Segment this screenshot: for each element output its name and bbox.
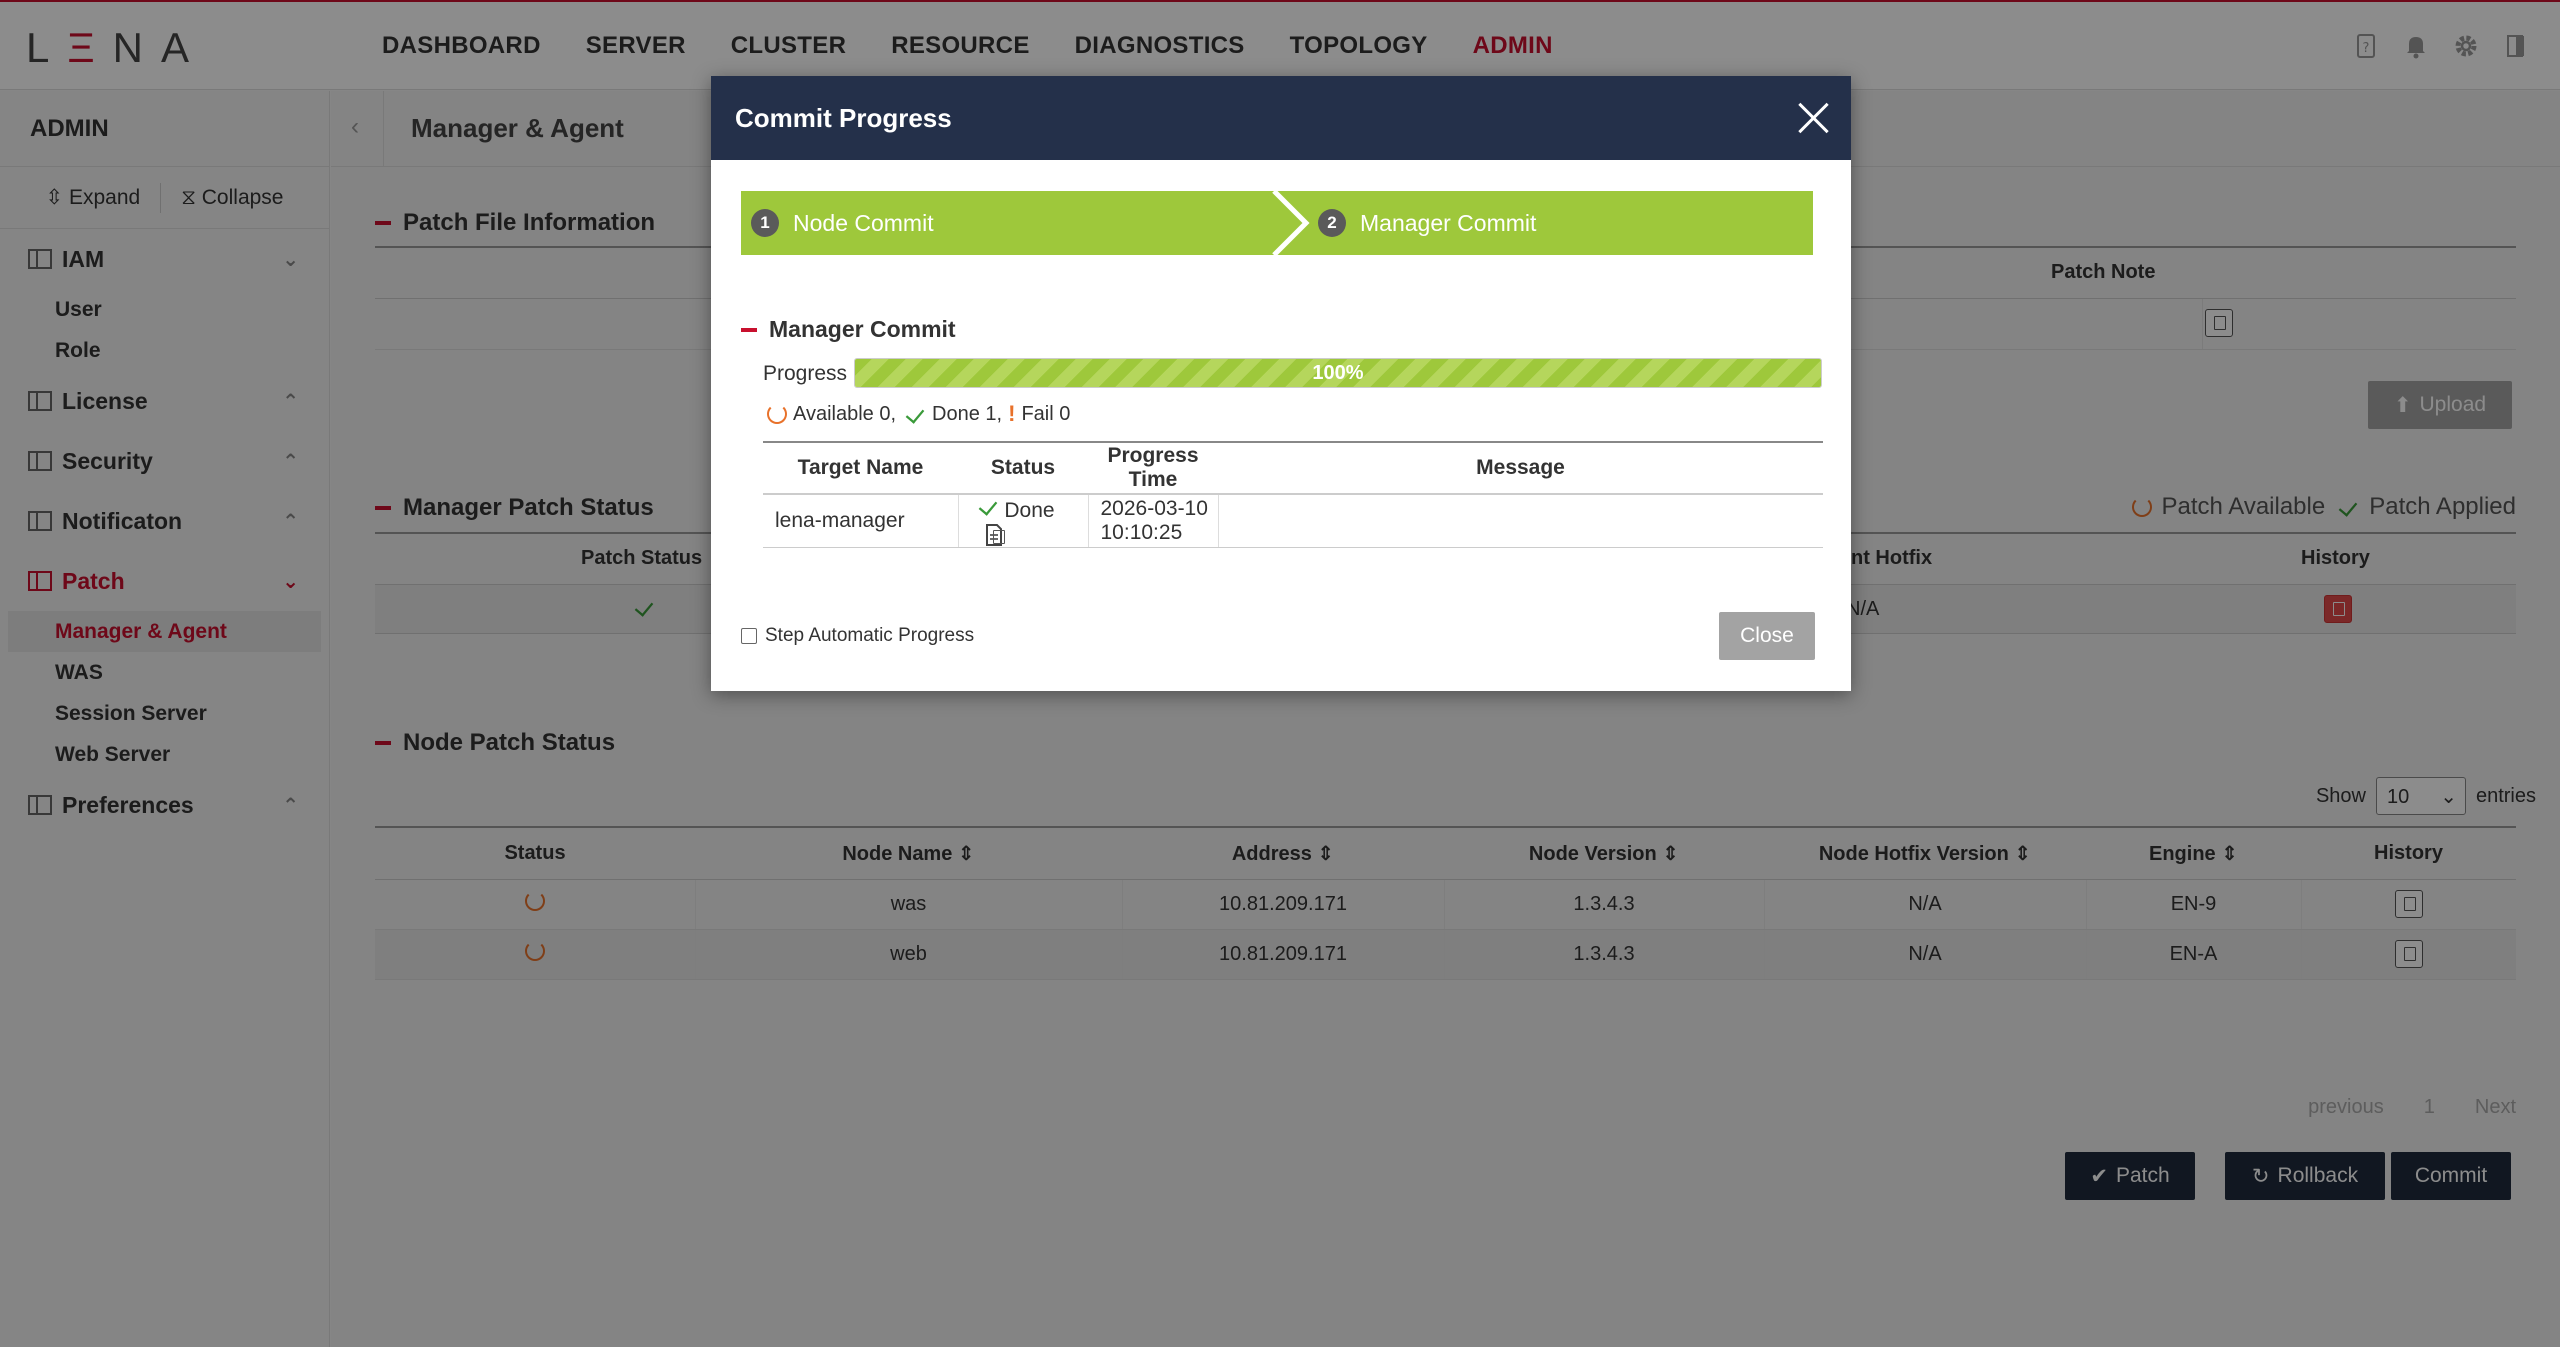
step-number: 1 [751,209,779,237]
th-target-name: Target Name [763,441,958,495]
step-indicator: 1 Node Commit 2 Manager Commit [741,191,1813,255]
target-name-cell: lena-manager [763,494,959,548]
message-cell [1218,494,1823,548]
th-message: Message [1218,441,1823,495]
status-cell: Done [958,494,1089,548]
step-node-commit: 1 Node Commit [751,191,934,255]
manager-commit-title: Manager Commit [741,316,956,343]
available-count: Available 0, [793,402,897,425]
table-row: lena-manager Done 2026-03-10 10:10:25 [763,494,1823,548]
log-doc-icon[interactable] [984,524,1005,547]
commit-result-table: Target Name Status Progress Time Message… [763,441,1823,548]
th-status: Status [958,441,1088,495]
available-icon [767,404,787,424]
progress-label: Progress [763,362,848,385]
step-arrow-icon [1272,191,1310,255]
modal-title: Commit Progress [735,103,952,133]
done-icon [905,404,925,424]
done-count: Done 1, [932,402,1003,425]
fail-icon: ! [1008,401,1016,426]
modal-header: Commit Progress [711,76,1851,160]
th-progress-time: Progress Time [1088,441,1218,495]
close-button[interactable]: Close [1719,612,1815,660]
progress-text: 100% [1312,362,1364,384]
fail-count: Fail 0 [1021,402,1071,425]
commit-progress-modal: Commit Progress 1 Node Commit 2 Manager Co… [711,76,1851,691]
checkbox-box[interactable] [741,628,757,644]
commit-counts: Available 0, Done 1, ! Fail 0 [767,401,1070,427]
step-auto-progress-checkbox[interactable]: Step Automatic Progress [741,625,974,647]
progress-time-cell: 2026-03-10 10:10:25 [1088,494,1219,548]
progress-bar: 100% [854,358,1822,388]
done-icon [978,496,997,516]
section-dash [741,327,757,332]
step-manager-commit: 2 Manager Commit [1318,191,1536,255]
close-icon[interactable] [1793,98,1833,138]
step-number: 2 [1318,209,1346,237]
